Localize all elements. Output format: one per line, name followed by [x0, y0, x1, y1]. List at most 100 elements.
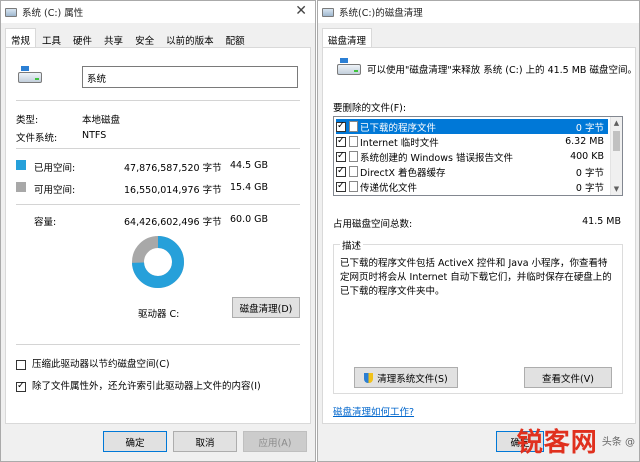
watermark-sub: 头条 @	[601, 437, 635, 448]
item-checkbox[interactable]	[336, 180, 346, 192]
free-space-swatch	[16, 182, 26, 192]
cleanup-title-icon	[322, 7, 334, 17]
tab-hardware[interactable]: 硬件	[67, 29, 98, 47]
item-size: 0 字节	[575, 182, 604, 194]
files-list[interactable]: 已下载的程序文件 0 字节 Internet 临时文件 6.32 MB 系统创建的 Wi…	[333, 116, 623, 196]
item-name: 传递优化文件	[360, 182, 418, 194]
divider	[16, 100, 300, 101]
tab-sharing[interactable]: 共享	[98, 29, 129, 47]
properties-titlebar[interactable]: 系统 (C:) 属性 ✕	[1, 1, 315, 23]
used-space-bytes: 47,876,587,520 字节	[124, 163, 222, 174]
free-space-bytes: 16,550,014,976 字节	[124, 185, 222, 196]
general-panel: 系统 类型: 本地磁盘 文件系统: NTFS 已用空间: 47,876,587,…	[5, 47, 311, 424]
list-item[interactable]: 已下载的程序文件 0 字节	[336, 119, 608, 134]
drive-title-icon	[5, 7, 17, 17]
scroll-up-icon[interactable]: ▲	[611, 117, 622, 129]
used-space-label: 已用空间:	[34, 163, 76, 174]
item-size: 0 字节	[575, 122, 604, 134]
free-space-label: 可用空间:	[34, 185, 76, 196]
index-checkbox[interactable]	[16, 380, 26, 392]
disk-cleanup-window: 系统(C:)的磁盘清理 磁盘清理 可以使用"磁盘清理"来释放 系统 (C:) 上…	[317, 0, 640, 462]
close-icon[interactable]: ✕	[295, 3, 307, 19]
used-space-size: 44.5 GB	[230, 160, 269, 171]
view-files-button[interactable]: 查看文件(V)	[524, 367, 612, 388]
shield-icon	[364, 372, 374, 383]
tab-disk-cleanup[interactable]: 磁盘清理	[322, 28, 373, 47]
item-name: Internet 临时文件	[360, 137, 439, 149]
ok-button[interactable]: 确定	[103, 431, 167, 452]
divider	[16, 204, 300, 205]
how-cleanup-works-link[interactable]: 磁盘清理如何工作?	[333, 404, 414, 418]
files-to-delete-label: 要删除的文件(F):	[333, 103, 407, 114]
list-item[interactable]: 系统创建的 Windows 错误报告文件 400 KB	[336, 149, 608, 164]
index-option[interactable]: 除了文件属性外，还允许索引此驱动器上文件的内容(I)	[16, 378, 261, 392]
type-value: 本地磁盘	[82, 115, 121, 126]
description-group: 描述 已下载的程序文件包括 ActiveX 控件和 Java 小程序，你查看特定…	[333, 238, 623, 394]
divider	[16, 148, 300, 149]
clean-system-files-label: 清理系统文件(S)	[377, 373, 448, 385]
scroll-thumb[interactable]	[613, 131, 620, 151]
tab-quota[interactable]: 配额	[220, 29, 251, 47]
file-icon	[349, 166, 358, 177]
cleanup-title: 系统(C:)的磁盘清理	[339, 8, 423, 19]
properties-tabs: 常规 工具 硬件 共享 安全 以前的版本 配额	[5, 28, 311, 48]
watermark: 锐客网 头条 @	[517, 422, 635, 459]
item-name: 系统创建的 Windows 错误报告文件	[360, 152, 513, 164]
capacity-label: 容量:	[34, 217, 57, 228]
cleanup-titlebar[interactable]: 系统(C:)的磁盘清理	[318, 1, 639, 23]
usage-donut-chart	[132, 236, 184, 288]
capacity-size: 60.0 GB	[230, 214, 269, 225]
total-space-label: 占用磁盘空间总数:	[333, 219, 413, 230]
cleanup-tabs: 磁盘清理	[322, 28, 635, 48]
description-title: 描述	[340, 238, 364, 252]
compress-option[interactable]: 压缩此驱动器以节约磁盘空间(C)	[16, 356, 170, 370]
item-size: 0 字节	[575, 167, 604, 179]
divider	[16, 344, 300, 345]
type-label: 类型:	[16, 115, 39, 126]
item-checkbox[interactable]	[336, 120, 346, 132]
list-scrollbar[interactable]: ▲ ▼	[610, 117, 622, 195]
item-name: DirectX 着色器缓存	[360, 167, 446, 179]
clean-system-files-button[interactable]: 清理系统文件(S)	[354, 367, 458, 388]
filesystem-value: NTFS	[82, 130, 107, 141]
tab-previous-versions[interactable]: 以前的版本	[160, 29, 220, 47]
capacity-bytes: 64,426,602,496 字节	[124, 217, 222, 228]
watermark-brand: 锐客网	[516, 428, 598, 458]
index-label: 除了文件属性外，还允许索引此驱动器上文件的内容(I)	[32, 381, 261, 392]
tab-general[interactable]: 常规	[5, 28, 37, 47]
list-item[interactable]: DirectX 着色器缓存 0 字节	[336, 164, 608, 179]
compress-checkbox[interactable]	[16, 359, 26, 370]
compress-label: 压缩此驱动器以节约磁盘空间(C)	[32, 359, 170, 370]
cleanup-panel: 可以使用"磁盘清理"来释放 系统 (C:) 上的 41.5 MB 磁盘空间。 要…	[322, 47, 637, 424]
filesystem-label: 文件系统:	[16, 133, 58, 144]
tab-tools[interactable]: 工具	[36, 29, 67, 47]
apply-button[interactable]: 应用(A)	[243, 431, 307, 452]
cancel-button[interactable]: 取消	[173, 431, 237, 452]
list-item[interactable]: 传递优化文件 0 字节	[336, 179, 608, 194]
item-checkbox[interactable]	[336, 135, 346, 147]
used-space-swatch	[16, 160, 26, 170]
drive-icon	[18, 66, 42, 83]
drive-letter-label: 驱动器 C:	[138, 309, 180, 320]
item-checkbox[interactable]	[336, 165, 346, 177]
free-space-size: 15.4 GB	[230, 182, 269, 193]
item-size: 400 KB	[570, 151, 604, 162]
list-item[interactable]: Internet 临时文件 6.32 MB	[336, 134, 608, 149]
item-size: 6.32 MB	[565, 136, 604, 147]
scroll-down-icon[interactable]: ▼	[611, 183, 622, 195]
cleanup-intro: 可以使用"磁盘清理"来释放 系统 (C:) 上的 41.5 MB 磁盘空间。	[367, 65, 637, 76]
file-icon	[349, 181, 358, 192]
total-space-value: 41.5 MB	[582, 216, 621, 227]
disk-cleanup-button[interactable]: 磁盘清理(D)	[232, 297, 300, 318]
tab-security[interactable]: 安全	[129, 29, 160, 47]
item-checkbox[interactable]	[336, 150, 346, 162]
cleanup-drive-icon	[337, 58, 361, 75]
item-name: 已下载的程序文件	[360, 122, 437, 134]
properties-window: 系统 (C:) 属性 ✕ 常规 工具 硬件 共享 安全 以前的版本 配额 系统 …	[0, 0, 316, 462]
properties-title: 系统 (C:) 属性	[22, 8, 84, 19]
file-icon	[349, 136, 358, 147]
file-icon	[349, 121, 358, 132]
drive-name-input[interactable]: 系统	[82, 66, 298, 88]
description-text: 已下载的程序文件包括 ActiveX 控件和 Java 小程序，你查看特定网页时…	[340, 258, 612, 297]
file-icon	[349, 151, 358, 162]
